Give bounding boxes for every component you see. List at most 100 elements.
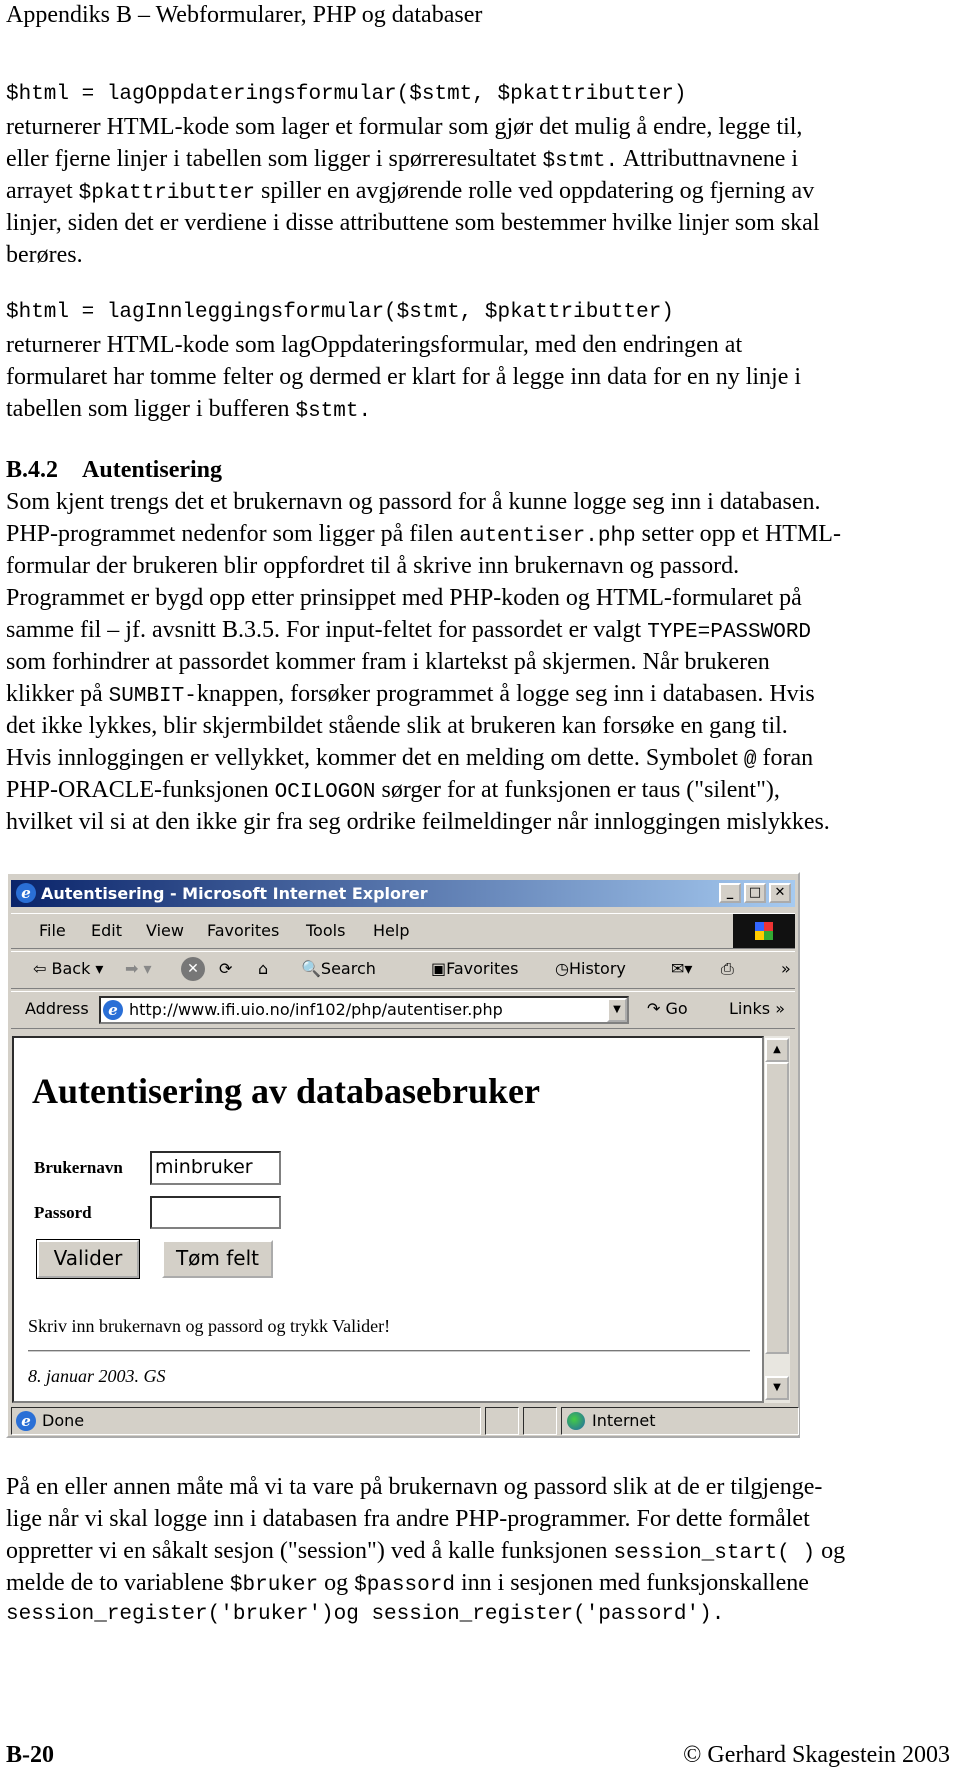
code: $passord xyxy=(354,1574,455,1597)
page-icon: e xyxy=(16,1411,36,1431)
menu-tools[interactable]: Tools xyxy=(306,921,345,940)
home-icon[interactable]: ⌂ xyxy=(258,959,268,978)
mail-icon[interactable]: ✉▾ xyxy=(671,959,692,978)
back-label: Back xyxy=(51,959,91,978)
text-line: returnerer HTML-kode som lager et formul… xyxy=(6,114,803,140)
text-line: PHP-ORACLE-funksjonen OCILOGON sørger fo… xyxy=(6,774,780,806)
windows-logo-icon xyxy=(733,914,795,948)
text: melde de to variablene xyxy=(6,1570,230,1596)
status-panel xyxy=(485,1407,519,1435)
username-label: Brukernavn xyxy=(34,1158,123,1177)
text: klikker på xyxy=(6,681,109,707)
text-line: returnerer HTML-kode som lagOppdaterings… xyxy=(6,332,743,358)
status-text-panel: e Done xyxy=(11,1407,481,1435)
scroll-down-icon[interactable]: ▼ xyxy=(765,1376,789,1400)
text-line: samme fil – jf. avsnitt B.3.5. For input… xyxy=(6,614,811,646)
title-bar: e Autentisering - Microsoft Internet Exp… xyxy=(11,880,795,907)
submit-button[interactable]: Valider xyxy=(36,1239,140,1279)
code: $pkattributter xyxy=(78,182,256,205)
text: og xyxy=(815,1538,846,1564)
menu-bar: File Edit View Favorites Tools Help xyxy=(11,913,795,949)
password-label: Passord xyxy=(34,1203,92,1222)
address-label: Address xyxy=(25,999,89,1018)
code: @ xyxy=(743,749,757,772)
page-heading: Autentisering av databasebruker xyxy=(32,1071,541,1111)
menu-file[interactable]: File xyxy=(39,921,66,940)
text-line: hvilket vil si at den ikke gir fra seg o… xyxy=(6,809,830,835)
back-arrow-icon: ⇦ xyxy=(33,959,52,978)
code: $stmt. xyxy=(295,400,372,423)
search-button[interactable]: 🔍Search xyxy=(301,959,376,978)
text: arrayet xyxy=(6,178,79,204)
password-input[interactable] xyxy=(150,1196,281,1229)
window-title: Autentisering - Microsoft Internet Explo… xyxy=(41,884,428,903)
code: $bruker xyxy=(229,1574,319,1597)
code-line: session_register('bruker')og session_reg… xyxy=(6,1603,725,1626)
vertical-scrollbar[interactable]: ▲ ▼ xyxy=(764,1036,790,1403)
stop-icon[interactable]: ✕ xyxy=(181,957,205,981)
running-header: Appendiks B – Webformularer, PHP og data… xyxy=(6,2,483,28)
text: inn i sesjonen med funksjonskallene xyxy=(454,1570,809,1596)
more-chevron[interactable]: » xyxy=(781,959,791,978)
menu-edit[interactable]: Edit xyxy=(91,921,122,940)
text-line: oppretter vi en såkalt sesjon ("session"… xyxy=(6,1535,845,1567)
menu-help[interactable]: Help xyxy=(373,921,409,940)
text: PHP-ORACLE-funksjonen xyxy=(6,777,275,803)
code: TYPE=PASSWORD xyxy=(647,621,812,644)
text-line: eller fjerne linjer i tabellen som ligge… xyxy=(6,143,798,175)
code: autentiser.php xyxy=(459,525,636,548)
text: Attributtnavnene i xyxy=(618,146,799,172)
zone-panel: Internet xyxy=(561,1407,799,1435)
forward-button[interactable]: ➡ ▾ xyxy=(125,959,152,978)
scroll-up-icon[interactable]: ▲ xyxy=(765,1038,789,1062)
refresh-icon[interactable]: ⟳ xyxy=(219,959,232,978)
page-number: B-20 xyxy=(6,1742,54,1768)
page-content: Autentisering av databasebruker Brukerna… xyxy=(12,1036,764,1403)
ie-icon: e xyxy=(16,883,36,903)
favorites-icon: ▣ xyxy=(431,959,447,978)
text-line: tabellen som ligger i bufferen $stmt. xyxy=(6,393,371,425)
text: PHP-programmet nedenfor som ligger på fi… xyxy=(6,521,460,547)
maximize-button[interactable]: □ xyxy=(744,883,766,903)
favorites-label: Favorites xyxy=(446,959,519,978)
status-bar: e Done Internet xyxy=(11,1407,799,1435)
go-button[interactable]: ↷ Go xyxy=(647,999,688,1018)
text-line: lige når vi skal logge inn i databasen f… xyxy=(6,1506,810,1532)
page-icon: e xyxy=(103,1000,123,1020)
text-line: formular der brukeren blir oppfordret ti… xyxy=(6,553,740,579)
code: $stmt. xyxy=(542,150,619,173)
print-icon[interactable]: ⎙ xyxy=(721,959,734,979)
links-button[interactable]: Links » xyxy=(729,999,785,1018)
code: SUMBIT- xyxy=(108,685,197,708)
text: sørger for at funksjonen er taus ("silen… xyxy=(375,777,780,803)
address-input[interactable]: e http://www.ifi.uio.no/inf102/php/auten… xyxy=(99,996,629,1024)
text: Hvis innloggingen er vellykket, kommer d… xyxy=(6,745,744,771)
history-label: History xyxy=(568,959,626,978)
signature: 8. januar 2003. GS xyxy=(28,1366,166,1386)
go-label: Go xyxy=(665,999,688,1018)
text-line: som forhindrer at passordet kommer fram … xyxy=(6,649,770,675)
close-button[interactable]: ✕ xyxy=(769,883,791,903)
favorites-button[interactable]: ▣Favorites xyxy=(431,959,518,978)
text: knappen, forsøker programmet å logge seg… xyxy=(196,681,815,707)
section-heading: B.4.2 Autentisering xyxy=(6,454,222,486)
section-title: Autentisering xyxy=(82,457,223,483)
text-line: Hvis innloggingen er vellykket, kommer d… xyxy=(6,742,813,774)
back-button[interactable]: ⇦ Back ▾ xyxy=(33,959,103,978)
history-button[interactable]: ◷History xyxy=(555,959,626,978)
search-label: Search xyxy=(320,959,376,978)
text: samme fil – jf. avsnitt B.3.5. For input… xyxy=(6,617,648,643)
text: og xyxy=(318,1570,355,1596)
minimize-button[interactable]: _ xyxy=(719,883,741,903)
menu-view[interactable]: View xyxy=(146,921,184,940)
reset-button[interactable]: Tøm felt xyxy=(162,1240,273,1278)
globe-icon xyxy=(567,1412,585,1430)
menu-favorites[interactable]: Favorites xyxy=(207,921,279,940)
username-input[interactable]: minbruker xyxy=(150,1151,281,1185)
url-text: http://www.ifi.uio.no/inf102/php/autenti… xyxy=(129,1000,503,1019)
code-line: $html = lagOppdateringsformular($stmt, $… xyxy=(6,83,687,106)
dropdown-arrow-icon[interactable]: ▼ xyxy=(607,998,627,1022)
text-line: linjer, siden det er verdiene i disse at… xyxy=(6,210,820,236)
scroll-thumb[interactable] xyxy=(765,1062,789,1354)
text-line: det ikke lykkes, blir skjermbildet ståen… xyxy=(6,713,788,739)
